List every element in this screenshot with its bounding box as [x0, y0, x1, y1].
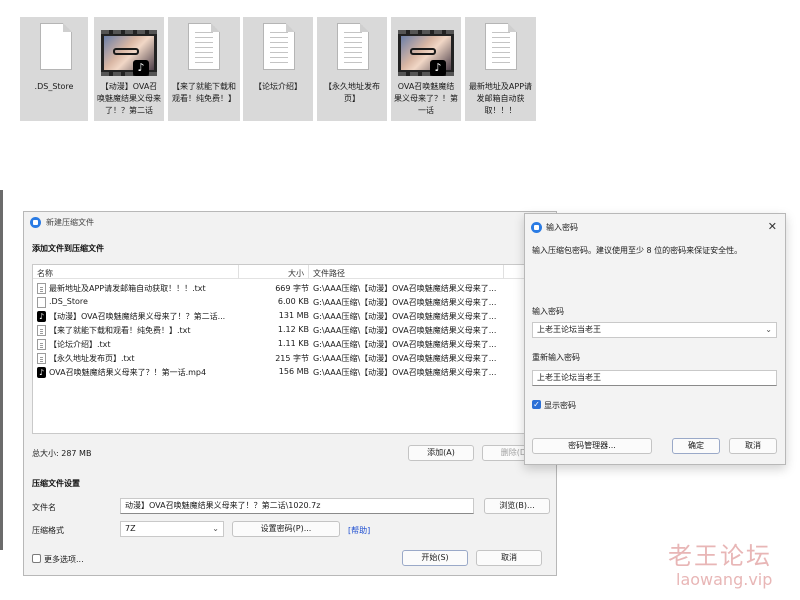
file-tile-free-txt[interactable]: 【来了就能下载和观看！纯免费！】	[168, 17, 240, 121]
dialog-title: 新建压缩文件	[46, 218, 94, 227]
table-row[interactable]: 【论坛介绍】.txt 1.11 KB G:\AAA压缩\【动漫】OVA召唤魅魔结…	[33, 337, 549, 351]
add-button[interactable]: 添加(A)	[408, 445, 474, 461]
archive-settings-heading: 压缩文件设置	[32, 479, 80, 488]
watermark-logo: 老王论坛	[668, 542, 772, 570]
password-dialog-title: 输入密码	[546, 223, 578, 232]
video-thumbnail-icon: ♪	[398, 20, 454, 76]
table-row[interactable]: 【永久地址发布页】.txt 215 字节 G:\AAA压缩\【动漫】OVA召唤魅…	[33, 351, 549, 365]
chevron-down-icon: ⌄	[212, 524, 219, 533]
more-options-label[interactable]: 更多选项...	[44, 554, 84, 565]
file-name: .DS_Store	[34, 82, 74, 91]
more-options-checkbox[interactable]	[32, 554, 41, 563]
file-name: 【永久地址发布页】	[324, 82, 380, 103]
text-file-icon	[37, 353, 46, 364]
browse-button[interactable]: 浏览(B)...	[484, 498, 550, 514]
text-file-icon	[37, 339, 46, 350]
filename-label: 文件名	[32, 503, 56, 512]
cancel-button[interactable]: 取消	[476, 550, 542, 566]
table-row[interactable]: 【来了就能下载和观看！纯免费！】.txt 1.12 KB G:\AAA压缩\【动…	[33, 323, 549, 337]
table-row[interactable]: ♪ OVA召唤魅魔结果义母来了？！第一话.mp4 156 MB G:\AAA压缩…	[33, 365, 549, 379]
file-tile-video-1[interactable]: ♪ OVA召唤魅魔结果义母来了？！第一话	[391, 17, 461, 121]
tiktok-icon: ♪	[430, 60, 446, 76]
ok-button[interactable]: 确定	[672, 438, 720, 454]
window-edge	[0, 190, 3, 550]
blank-file-icon	[34, 20, 78, 76]
table-row[interactable]: .DS_Store 6.00 KB G:\AAA压缩\【动漫】OVA召唤魅魔结果…	[33, 295, 549, 309]
filename-field[interactable]: 动漫】OVA召唤魅魔结果义母来了！？第二话\1020.7z	[120, 498, 474, 514]
bandizip-icon	[30, 217, 41, 228]
file-tile-video-2[interactable]: ♪ 【动漫】OVA召唤魅魔结果义母来了！？第二话	[94, 17, 164, 121]
help-link[interactable]: [帮助]	[348, 525, 370, 536]
file-name: 【论坛介绍】	[254, 82, 302, 91]
new-archive-dialog: 新建压缩文件 添加文件到压缩文件 名称 大小 文件路径 最新地址及APP请发邮箱…	[23, 211, 557, 576]
bandizip-icon	[531, 222, 542, 233]
set-password-button[interactable]: 设置密码(P)...	[232, 521, 340, 537]
tiktok-icon: ♪	[37, 311, 46, 322]
column-path[interactable]: 文件路径	[313, 268, 345, 279]
text-file-icon	[257, 20, 301, 76]
file-name: 最新地址及APP请发邮箱自动获取！！！	[468, 82, 533, 115]
format-label: 压缩格式	[32, 526, 64, 535]
total-size: 总大小: 287 MB	[32, 449, 92, 458]
file-tile-ds-store[interactable]: .DS_Store	[20, 17, 88, 121]
table-row[interactable]: 最新地址及APP请发邮箱自动获取！！！.txt 669 字节 G:\AAA压缩\…	[33, 281, 549, 295]
password-dialog: 输入密码 ✕ 输入压缩包密码。建议使用至少 8 位的密码来保证安全性。 输入密码…	[524, 213, 786, 465]
file-list-header: 名称 大小 文件路径	[33, 265, 549, 279]
file-name: OVA召唤魅魔结果义母来了？！第一话	[394, 82, 458, 115]
text-file-icon	[182, 20, 226, 76]
file-name: 【来了就能下载和观看！纯免费！】	[172, 82, 236, 103]
show-password-checkbox[interactable]: ✓	[532, 400, 541, 409]
tiktok-icon: ♪	[133, 60, 149, 76]
chevron-down-icon[interactable]: ⌄	[765, 323, 772, 337]
file-list[interactable]: 名称 大小 文件路径 最新地址及APP请发邮箱自动获取！！！.txt 669 字…	[32, 264, 550, 434]
text-file-icon	[37, 283, 46, 294]
add-files-heading: 添加文件到压缩文件	[32, 244, 104, 253]
video-thumbnail-icon: ♪	[101, 20, 157, 76]
watermark-url: laowang.vip	[676, 570, 773, 589]
table-row[interactable]: ♪ 【动漫】OVA召唤魅魔结果义母来了！？第二话... 131 MB G:\AA…	[33, 309, 549, 323]
file-tile-address-txt[interactable]: 【永久地址发布页】	[317, 17, 387, 121]
column-size[interactable]: 大小	[288, 268, 304, 279]
file-name: 【动漫】OVA召唤魅魔结果义母来了！？第二话	[97, 82, 161, 115]
file-tile-latest-txt[interactable]: 最新地址及APP请发邮箱自动获取！！！	[465, 17, 536, 121]
show-password-label[interactable]: 显示密码	[544, 400, 576, 411]
password-hint: 输入压缩包密码。建议使用至少 8 位的密码来保证安全性。	[532, 246, 743, 255]
password-manager-button[interactable]: 密码管理器...	[532, 438, 652, 454]
text-file-icon	[331, 20, 375, 76]
password-input[interactable]: 上老王论坛当老王 ⌄	[532, 322, 777, 338]
start-button[interactable]: 开始(S)	[402, 550, 468, 566]
blank-file-icon	[37, 297, 46, 308]
confirm-password-input[interactable]: 上老王论坛当老王	[532, 370, 777, 386]
confirm-password-label: 重新输入密码	[532, 353, 580, 362]
file-tile-forum-txt[interactable]: 【论坛介绍】	[243, 17, 313, 121]
format-value: 7Z	[125, 524, 136, 533]
cancel-button[interactable]: 取消	[729, 438, 777, 454]
format-select[interactable]: 7Z ⌄	[120, 521, 224, 537]
text-file-icon	[479, 20, 523, 76]
dialog-titlebar[interactable]: 新建压缩文件	[24, 212, 556, 232]
text-file-icon	[37, 325, 46, 336]
close-icon[interactable]: ✕	[768, 220, 777, 233]
password-label: 输入密码	[532, 307, 564, 316]
column-name[interactable]: 名称	[37, 268, 53, 279]
file-grid: .DS_Store ♪ 【动漫】OVA召唤魅魔结果义母来了！？第二话 【来了就能…	[0, 0, 800, 125]
tiktok-icon: ♪	[37, 367, 46, 378]
